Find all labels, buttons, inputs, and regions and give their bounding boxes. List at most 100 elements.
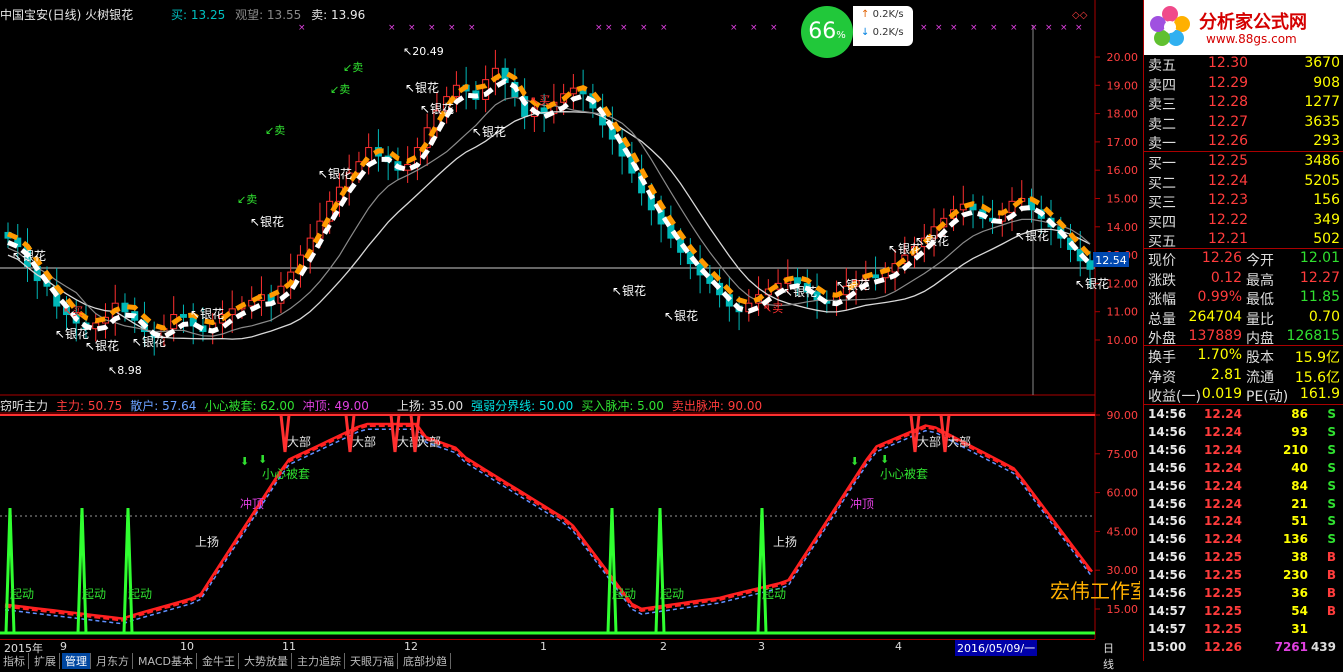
trade-volume: 84	[1291, 478, 1308, 493]
silver-flower-label: ↖银花	[472, 124, 506, 139]
silver-flower-label: ↖银花	[1015, 228, 1049, 243]
trade-time: 14:56	[1148, 478, 1187, 493]
trade-time: 14:56	[1148, 586, 1187, 600]
row-price: 12.23	[1208, 192, 1249, 209]
quote-value: 137889	[1188, 328, 1242, 345]
indicator-tabs[interactable]: 指标 扩展 管理 月东方 MACD基本 金牛王 大势放量 主力追踪 天眼万福 底部抄趋	[0, 653, 453, 669]
logo-name: 分析家公式网	[1199, 12, 1307, 33]
quote-label: 最高	[1246, 272, 1274, 289]
flower-logo-icon	[1150, 6, 1190, 46]
tab-3[interactable]: 月东方	[93, 653, 133, 669]
quote-value: 12.27	[1299, 269, 1340, 286]
candle-body	[569, 87, 577, 95]
signal-marker: ×	[298, 23, 306, 33]
buy-signal-label: ↖买	[530, 94, 550, 107]
down-arrow-icon: ⬇	[258, 453, 267, 466]
ask-row: 卖五 12.30 3670	[1146, 55, 1342, 74]
trade-row: 15:00 12.26 7261 439	[1146, 640, 1342, 658]
quote-value: 1.70%	[1197, 347, 1242, 363]
row-volume: 156	[1313, 192, 1340, 209]
bid-row: 买一 12.25 3486	[1146, 153, 1342, 172]
quote-label: 流通	[1246, 369, 1274, 386]
trade-side: B	[1326, 568, 1336, 583]
price-tick-label: 17.00	[1107, 136, 1139, 149]
candle-body	[872, 274, 880, 279]
indicator-legend-item: 强弱分界线: 50.00	[471, 399, 574, 413]
row-volume: 1277	[1304, 94, 1340, 111]
trade-volume: 36	[1291, 586, 1308, 600]
tab-2[interactable]: 管理	[62, 653, 91, 669]
tab-4[interactable]: MACD基本	[135, 653, 197, 669]
trade-price: 12.25	[1204, 550, 1242, 565]
row-volume: 349	[1313, 211, 1340, 228]
quote-label: 现价	[1148, 253, 1176, 269]
trade-time: 14:56	[1148, 496, 1187, 511]
launch-label: 起动	[82, 587, 106, 601]
trade-price: 12.24	[1204, 478, 1242, 493]
indicator-tick-label: 30.00	[1107, 564, 1139, 577]
silver-flower-label: ↖银花	[836, 277, 870, 292]
quote-label: 净资	[1148, 369, 1176, 386]
launch-label: 起动	[612, 587, 636, 601]
month-label: 3	[758, 640, 765, 653]
trade-time: 14:56	[1148, 550, 1187, 565]
tab-6[interactable]: 大势放量	[241, 653, 292, 669]
row-price: 12.22	[1208, 211, 1249, 228]
trade-side: S	[1327, 478, 1336, 493]
trade-row: 14:56 12.24 51 S	[1146, 514, 1342, 532]
tab-1[interactable]: 扩展	[31, 653, 60, 669]
indicator-tick-label: 45.00	[1107, 525, 1139, 538]
price-tick-label: 10.00	[1107, 334, 1139, 347]
quote-value: 11.85	[1299, 289, 1340, 306]
buy-pulse-spike	[606, 507, 618, 634]
indicator-header: 窃听主力 主力: 50.75 散户: 57.64 小心被套: 62.00 冲顶: 49.…	[0, 397, 770, 413]
tab-9[interactable]: 底部抄趋	[400, 653, 451, 669]
indicator-legend-item: 散户: 57.64	[130, 399, 197, 413]
fundamental-row: 收益(一) 0.019 PE(动) 161.9	[1146, 386, 1342, 405]
trade-volume: 31	[1291, 621, 1308, 636]
tab-7[interactable]: 主力追踪	[294, 653, 345, 669]
month-label: 4	[895, 640, 902, 653]
buy-pulse-spike	[756, 507, 768, 634]
launch-label: 起动	[762, 587, 786, 601]
trade-time: 14:57	[1148, 621, 1187, 636]
book-divider	[1144, 151, 1343, 152]
quote-label: 换手	[1148, 350, 1176, 366]
chart-title-bar: 中国宝安(日线) 火树银花 买: 13.25 观望: 13.55 卖: 13.9…	[0, 6, 371, 24]
sell-signal-label: ↙卖	[237, 193, 257, 206]
bid-row: 买二 12.24 5205	[1146, 173, 1342, 192]
trade-side: S	[1327, 407, 1336, 421]
indicator-legend-item: 卖出脉冲: 90.00	[671, 399, 763, 413]
trap-warning-label: 小心被套	[880, 467, 928, 481]
tab-0[interactable]: 指标	[0, 653, 29, 669]
tab-5[interactable]: 金牛王	[199, 653, 239, 669]
signal-marker: ×	[620, 23, 628, 33]
indicator-tick-label: 90.00	[1107, 409, 1139, 422]
rise-label: 上扬	[195, 534, 219, 549]
top-signal-label: 大部	[947, 434, 971, 449]
quote-value: 0.70	[1308, 308, 1340, 325]
site-logo[interactable]: 分析家公式网 www.88gs.com	[1144, 0, 1343, 55]
price-tick-label: 12.00	[1107, 277, 1139, 290]
period-label[interactable]: 日线	[1103, 640, 1114, 672]
launch-label: 起动	[660, 587, 684, 601]
row-label: 买二	[1148, 175, 1176, 192]
price-and-indicator-chart[interactable]: 20.0019.0018.0017.0016.0015.0014.0013.00…	[0, 0, 1140, 661]
tab-8[interactable]: 天眼万福	[347, 653, 398, 669]
silver-flower-label: ↖银花	[85, 338, 119, 353]
chart-area[interactable]: 20.0019.0018.0017.0016.0015.0014.0013.00…	[0, 0, 1140, 671]
down-arrow-icon: ⬇	[240, 455, 249, 468]
quote-value: 0.12	[1210, 269, 1242, 286]
month-label: 1	[540, 640, 547, 653]
row-price: 12.26	[1208, 133, 1249, 150]
trade-time: 14:56	[1148, 514, 1187, 529]
signal-marker: ×	[1060, 23, 1068, 33]
trade-row: 14:56 12.24 84 S	[1146, 479, 1342, 497]
trade-price: 12.24	[1204, 514, 1242, 529]
trade-volume: 136	[1282, 532, 1308, 547]
trades-divider	[1144, 404, 1343, 405]
trade-volume: 86	[1291, 407, 1308, 421]
quote-value: 12.26	[1201, 250, 1242, 266]
row-price: 12.21	[1208, 231, 1249, 248]
trade-side: B	[1326, 603, 1336, 618]
